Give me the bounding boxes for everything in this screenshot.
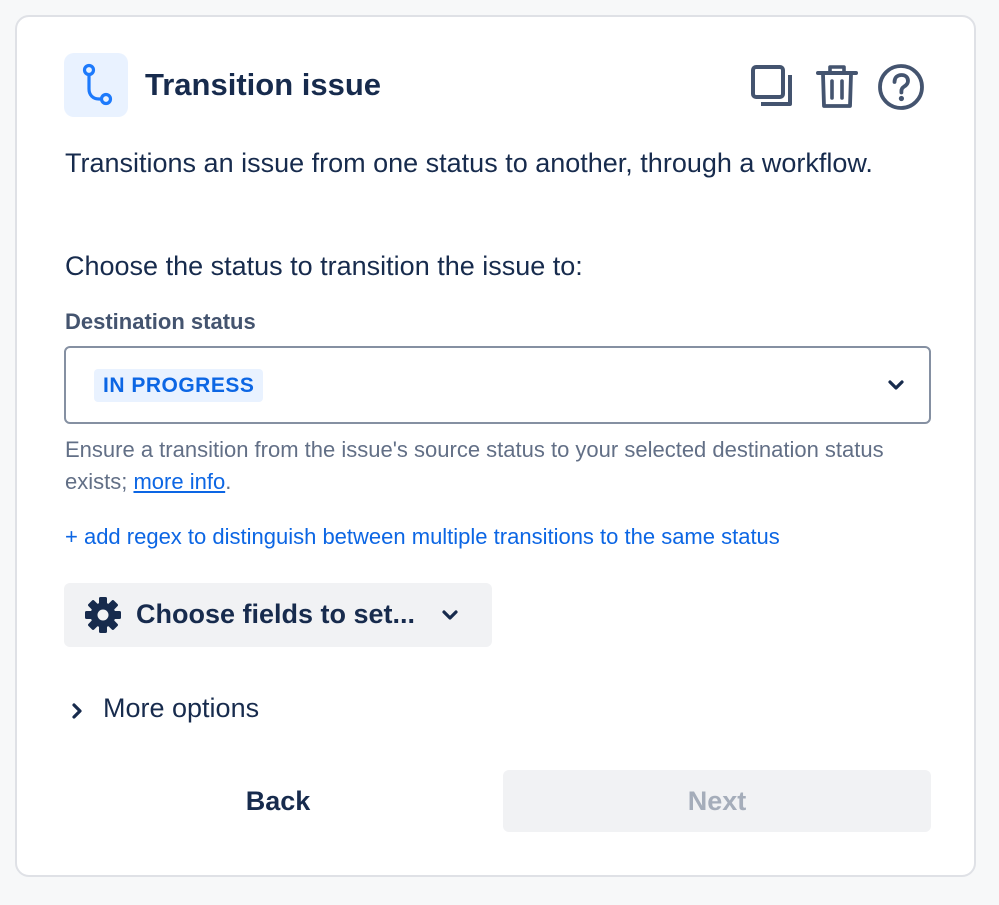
chevron-down-icon [442,610,458,620]
card-header: Transition issue [64,53,926,117]
status-lozenge: IN PROGRESS [94,369,264,402]
add-regex-link[interactable]: + add regex to distinguish between multi… [65,522,780,552]
rule-description: Transitions an issue from one status to … [65,148,873,178]
transition-path-icon [64,53,128,117]
header-actions [748,61,926,113]
next-button: Next [503,770,931,832]
chevron-down-icon [888,380,904,390]
choose-fields-button[interactable]: Choose fields to set... [64,583,492,647]
status-prompt: Choose the status to transition the issu… [65,251,583,281]
gear-icon [85,597,121,633]
help-icon [878,64,924,110]
destination-helper-text: Ensure a transition from the issue's sou… [65,437,884,494]
choose-fields-label: Choose fields to set... [136,599,416,629]
help-button[interactable] [876,62,926,112]
copy-button[interactable] [748,62,798,112]
card-title: Transition issue [145,67,382,102]
copy-icon [751,65,792,106]
transition-issue-card: Transition issue Transitions an issue fr… [15,15,976,877]
trash-icon [816,65,858,108]
destination-status-label: Destination status [65,309,256,334]
destination-status-select[interactable]: IN PROGRESS [64,346,931,424]
more-info-link[interactable]: more info [133,469,225,494]
delete-button[interactable] [812,62,862,112]
chevron-right-icon [72,703,82,719]
back-button[interactable]: Back [64,770,492,832]
more-options-label: More options [103,693,260,723]
